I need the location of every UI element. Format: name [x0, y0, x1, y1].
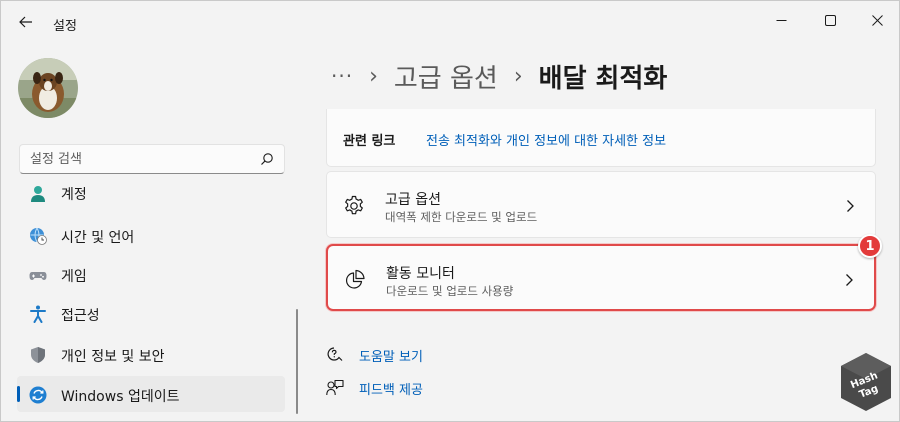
- accessibility-icon: [30, 305, 46, 323]
- search-icon[interactable]: [260, 152, 274, 166]
- get-help-label: 도움말 보기: [359, 349, 423, 365]
- sidebar-item-account[interactable]: 계정: [17, 184, 285, 210]
- breadcrumb-more-button[interactable]: ···: [331, 64, 353, 88]
- sidebar-item-accessibility[interactable]: 접근성: [17, 295, 285, 331]
- minimize-button[interactable]: [758, 7, 804, 33]
- page-title: 배달 최적화: [538, 63, 668, 94]
- user-photo-icon: [18, 58, 78, 118]
- maximize-button[interactable]: [807, 7, 853, 33]
- give-feedback-label: 피드백 제공: [359, 382, 423, 398]
- minimize-icon: [776, 19, 786, 21]
- option-title: 활동 모니터: [386, 266, 455, 282]
- sidebar-item-windows-update[interactable]: Windows 업데이트: [17, 376, 285, 412]
- search-input[interactable]: [30, 145, 250, 173]
- sidebar-item-label: 계정: [61, 187, 87, 203]
- search-box[interactable]: [19, 144, 285, 174]
- option-subtitle: 대역폭 제한 다운로드 및 업로드: [385, 210, 538, 224]
- breadcrumb: ··· › 고급 옵션 › 배달 최적화: [331, 56, 667, 96]
- breadcrumb-separator: ›: [513, 63, 523, 89]
- sidebar-scrollbar[interactable]: [296, 309, 298, 414]
- pie-chart-icon: [345, 269, 365, 289]
- sidebar-nav: 계정 시간 및 언어 게임 접근성 개인 정보 및 보안 Windows 업데이…: [17, 184, 289, 416]
- help-icon: [327, 347, 343, 361]
- hashtag-logo: Hash Tag: [841, 353, 891, 411]
- close-button[interactable]: [854, 7, 899, 33]
- chevron-right-icon: [847, 200, 854, 212]
- give-feedback-link[interactable]: 피드백 제공: [326, 376, 423, 400]
- privacy-info-link[interactable]: 전송 최적화와 개인 정보에 대한 자세한 정보: [426, 130, 666, 149]
- selected-indicator: [17, 386, 20, 402]
- shield-icon: [31, 347, 45, 363]
- sidebar-item-gaming[interactable]: 게임: [17, 256, 285, 292]
- close-icon: [871, 14, 883, 26]
- sidebar-item-time-language[interactable]: 시간 및 언어: [17, 217, 285, 253]
- sidebar-item-label: 개인 정보 및 보안: [61, 349, 165, 365]
- chevron-right-icon: [846, 274, 853, 286]
- breadcrumb-separator: ›: [369, 63, 378, 89]
- option-subtitle: 다운로드 및 업로드 사용량: [386, 284, 514, 298]
- gaming-icon: [29, 272, 47, 280]
- get-help-link[interactable]: 도움말 보기: [326, 343, 423, 367]
- sidebar-item-label: 게임: [61, 269, 87, 285]
- app-title: 설정: [53, 19, 77, 34]
- advanced-options-card[interactable]: 고급 옵션 대역폭 제한 다운로드 및 업로드: [326, 171, 876, 238]
- back-arrow-icon: [19, 16, 32, 28]
- breadcrumb-parent[interactable]: 고급 옵션: [394, 58, 498, 95]
- feedback-icon: [326, 379, 344, 396]
- windows-update-icon: [29, 386, 47, 404]
- related-links-card: 관련 링크 전송 최적화와 개인 정보에 대한 자세한 정보: [326, 109, 876, 167]
- sidebar-item-label: 접근성: [61, 308, 100, 324]
- sidebar-item-label: Windows 업데이트: [61, 389, 180, 405]
- sidebar-item-label: 시간 및 언어: [61, 230, 135, 246]
- gear-icon: [345, 195, 363, 215]
- sidebar-item-privacy-security[interactable]: 개인 정보 및 보안: [17, 336, 285, 372]
- option-title: 고급 옵션: [385, 192, 441, 208]
- related-links-title: 관련 링크: [343, 134, 396, 149]
- title-bar: 설정: [1, 1, 899, 41]
- settings-window: 설정 설정 검색 계정 시간 및 언어 게임 접근성 개인 정보 및 보안 Wi…: [0, 0, 900, 422]
- time-language-icon: [30, 227, 47, 245]
- account-icon: [31, 186, 45, 202]
- activity-monitor-card[interactable]: 활동 모니터 다운로드 및 업로드 사용량: [326, 244, 876, 311]
- maximize-icon: [824, 14, 836, 26]
- back-button[interactable]: [15, 12, 37, 32]
- avatar[interactable]: [18, 58, 78, 118]
- annotation-badge: 1: [858, 234, 882, 258]
